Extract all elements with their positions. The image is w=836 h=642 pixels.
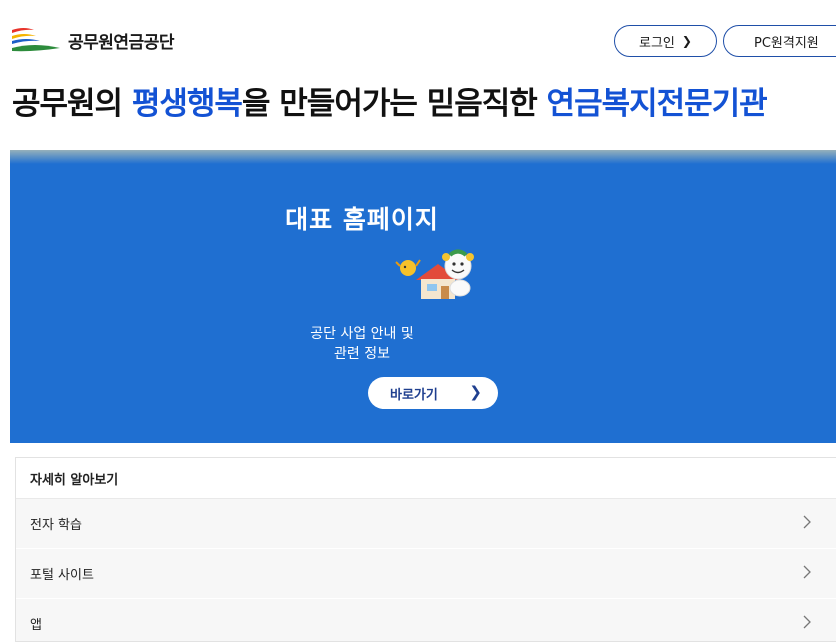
slogan-part-2: 을 만들어가는 믿음직한	[241, 86, 547, 122]
slogan-highlight-1: 평생행복	[131, 86, 243, 122]
chevron-right-icon	[803, 565, 811, 579]
list-item-label: 전자 학습	[30, 518, 82, 533]
login-label: 로그인	[639, 35, 675, 51]
list-item-label: 앱	[30, 618, 42, 633]
hero-desc-line-1: 공단 사업 안내 및	[310, 326, 414, 342]
slogan-highlight-2: 연금복지전문기관	[546, 86, 768, 122]
list-item-label: 포털 사이트	[30, 568, 94, 583]
header: 공무원연금공단 로그인 ❯ PC원격지원	[0, 0, 836, 80]
go-label: 바로가기	[390, 387, 438, 403]
list-item-e-learning[interactable]: 전자 학습	[16, 499, 836, 549]
hero-desc-line-2: 관련 정보	[334, 346, 390, 362]
slogan: 공무원의 평생행복을 만들어가는 믿음직한 연금복지전문기관	[12, 78, 768, 123]
hero-top-shadow	[10, 150, 836, 164]
logo[interactable]: 공무원연금공단	[10, 26, 174, 54]
list-item-portal-site[interactable]: 포털 사이트	[16, 549, 836, 599]
chevron-right-icon	[803, 615, 811, 629]
remote-label: PC원격지원	[754, 35, 819, 51]
pc-remote-support-button[interactable]: PC원격지원	[723, 25, 836, 57]
hero-title: 대표 홈페이지	[285, 205, 439, 234]
logo-text: 공무원연금공단	[68, 32, 174, 53]
logo-icon	[12, 28, 60, 52]
mascot-house-icon	[395, 249, 474, 299]
chevron-right-icon: ❯	[469, 383, 482, 401]
login-button[interactable]: 로그인 ❯	[614, 25, 717, 57]
chevron-right-icon: ❯	[681, 34, 692, 48]
learn-more-heading: 자세히 알아보기	[16, 458, 836, 499]
hero-description: 공단 사업 안내 및 관련 정보	[10, 324, 714, 364]
chevron-right-icon	[803, 515, 811, 529]
go-button[interactable]: 바로가기 ❯	[368, 377, 498, 409]
learn-more-panel: 자세히 알아보기 전자 학습 포털 사이트 앱	[15, 457, 836, 642]
slogan-part-1: 공무원의	[12, 86, 132, 122]
hero-banner: 대표 홈페이지 공단 사업 안내 및 관련 정보 바로가기 ❯	[10, 150, 836, 443]
list-item-app[interactable]: 앱	[16, 599, 836, 641]
